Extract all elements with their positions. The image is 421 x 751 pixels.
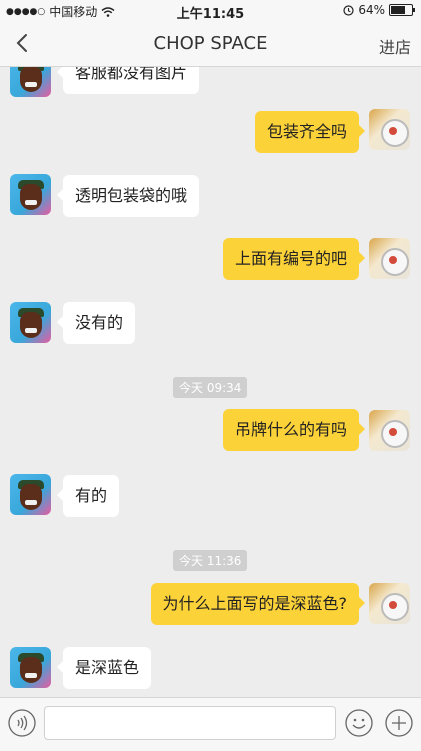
user-avatar[interactable]	[369, 238, 410, 279]
message-bubble[interactable]: 吊牌什么的有吗	[222, 409, 366, 451]
battery-percent: 64%	[358, 3, 385, 17]
message-bubble[interactable]: 透明包装袋的哦	[56, 175, 200, 217]
timestamp-badge: 今天 11:36	[173, 550, 248, 571]
message-bubble[interactable]: 为什么上面写的是深蓝色?	[150, 583, 365, 625]
message-bubble[interactable]: 客服都没有图片	[56, 67, 200, 94]
shop-avatar[interactable]	[10, 474, 51, 515]
input-bar	[0, 697, 421, 751]
alarm-icon	[343, 4, 354, 16]
shop-avatar[interactable]	[10, 302, 51, 343]
message-input[interactable]	[44, 706, 336, 740]
emoji-icon[interactable]	[344, 708, 374, 738]
page-title: CHOP SPACE	[153, 33, 268, 54]
status-bar: ●●●●○ 中国移动 上午11:45 64%	[0, 0, 421, 22]
enter-store-link[interactable]: 进店	[379, 34, 411, 58]
chat-area[interactable]: 客服都没有图片 包装齐全吗 透明包装袋的哦 上面有编号的吧 没有的 今天 09:…	[0, 67, 421, 697]
message-bubble[interactable]: 上面有编号的吧	[222, 238, 366, 280]
shop-avatar[interactable]	[10, 67, 51, 97]
user-avatar[interactable]	[369, 410, 410, 451]
timestamp-badge: 今天 09:34	[173, 377, 248, 398]
message-bubble[interactable]: 包装齐全吗	[254, 111, 366, 153]
battery-icon	[389, 4, 415, 16]
user-avatar[interactable]	[369, 109, 410, 150]
nav-bar: CHOP SPACE 进店	[0, 22, 421, 67]
plus-icon[interactable]	[384, 708, 414, 738]
voice-icon[interactable]	[7, 708, 37, 738]
status-right: 64%	[343, 3, 415, 17]
shop-avatar[interactable]	[10, 174, 51, 215]
shop-avatar[interactable]	[10, 647, 51, 688]
message-bubble[interactable]: 有的	[56, 475, 120, 517]
user-avatar[interactable]	[369, 583, 410, 624]
message-bubble[interactable]: 是深蓝色	[56, 647, 152, 689]
message-bubble[interactable]: 没有的	[56, 302, 136, 344]
